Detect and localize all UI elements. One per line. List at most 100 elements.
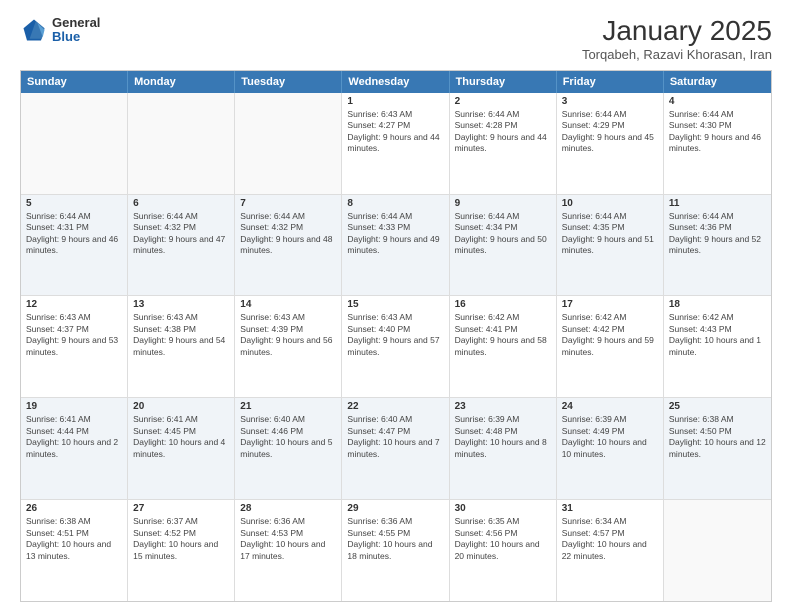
calendar-cell — [664, 500, 771, 601]
cell-detail: Sunrise: 6:43 AM Sunset: 4:27 PM Dayligh… — [347, 109, 443, 155]
cell-detail: Sunrise: 6:41 AM Sunset: 4:44 PM Dayligh… — [26, 414, 122, 460]
calendar-row: 19Sunrise: 6:41 AM Sunset: 4:44 PM Dayli… — [21, 397, 771, 499]
cell-detail: Sunrise: 6:42 AM Sunset: 4:41 PM Dayligh… — [455, 312, 551, 358]
day-number: 24 — [562, 401, 658, 412]
day-number: 21 — [240, 401, 336, 412]
cell-detail: Sunrise: 6:43 AM Sunset: 4:40 PM Dayligh… — [347, 312, 443, 358]
calendar-cell: 6Sunrise: 6:44 AM Sunset: 4:32 PM Daylig… — [128, 195, 235, 296]
calendar-cell: 29 Sunrise: 6:36 AM Sunset: 4:55 PM Dayli… — [342, 500, 449, 601]
day-number: 14 — [240, 299, 336, 310]
calendar-cell: 25 Sunrise: 6:38 AM Sunset: 4:50 PM Dayli… — [664, 398, 771, 499]
calendar-cell: 30Sunrise: 6:35 AM Sunset: 4:56 PM Dayli… — [450, 500, 557, 601]
day-number: 27 — [133, 503, 229, 514]
logo-icon — [20, 16, 48, 44]
calendar-cell: 12 Sunrise: 6:43 AM Sunset: 4:37 PM Dayli… — [21, 296, 128, 397]
day-number: 5 — [26, 198, 122, 209]
day-header-friday: Friday — [557, 71, 664, 93]
day-number: 12 — [26, 299, 122, 310]
cell-detail: Sunrise: 6:44 AM Sunset: 4:35 PM Dayligh… — [562, 211, 658, 257]
cell-detail: Sunrise: 6:37 AM Sunset: 4:52 PM Dayligh… — [133, 516, 229, 562]
calendar-cell: 15 Sunrise: 6:43 AM Sunset: 4:40 PM Dayli… — [342, 296, 449, 397]
calendar-cell: 28 Sunrise: 6:36 AM Sunset: 4:53 PM Dayli… — [235, 500, 342, 601]
day-number: 2 — [455, 96, 551, 107]
calendar-cell: 3 Sunrise: 6:44 AM Sunset: 4:29 PM Daylig… — [557, 93, 664, 194]
cell-detail: Sunrise: 6:36 AM Sunset: 4:55 PM Dayligh… — [347, 516, 443, 562]
day-number: 17 — [562, 299, 658, 310]
day-number: 30 — [455, 503, 551, 514]
calendar-cell: 8Sunrise: 6:44 AM Sunset: 4:33 PM Daylig… — [342, 195, 449, 296]
cell-detail: Sunrise: 6:43 AM Sunset: 4:39 PM Dayligh… — [240, 312, 336, 358]
cell-detail: Sunrise: 6:38 AM Sunset: 4:51 PM Dayligh… — [26, 516, 122, 562]
title-block: January 2025 Torqabeh, Razavi Khorasan, … — [582, 16, 772, 62]
day-number: 11 — [669, 198, 766, 209]
cell-detail: Sunrise: 6:39 AM Sunset: 4:48 PM Dayligh… — [455, 414, 551, 460]
day-header-thursday: Thursday — [450, 71, 557, 93]
day-number: 29 — [347, 503, 443, 514]
calendar-cell: 18Sunrise: 6:42 AM Sunset: 4:43 PM Dayli… — [664, 296, 771, 397]
day-number: 7 — [240, 198, 336, 209]
calendar-cell: 22 Sunrise: 6:40 AM Sunset: 4:47 PM Dayli… — [342, 398, 449, 499]
cell-detail: Sunrise: 6:44 AM Sunset: 4:32 PM Dayligh… — [133, 211, 229, 257]
calendar-cell: 21 Sunrise: 6:40 AM Sunset: 4:46 PM Dayli… — [235, 398, 342, 499]
cell-detail: Sunrise: 6:40 AM Sunset: 4:47 PM Dayligh… — [347, 414, 443, 460]
cell-detail: Sunrise: 6:43 AM Sunset: 4:37 PM Dayligh… — [26, 312, 122, 358]
day-number: 20 — [133, 401, 229, 412]
cell-detail: Sunrise: 6:36 AM Sunset: 4:53 PM Dayligh… — [240, 516, 336, 562]
calendar-cell: 16 Sunrise: 6:42 AM Sunset: 4:41 PM Dayli… — [450, 296, 557, 397]
calendar-cell — [235, 93, 342, 194]
calendar: SundayMondayTuesdayWednesdayThursdayFrid… — [20, 70, 772, 602]
cell-detail: Sunrise: 6:43 AM Sunset: 4:38 PM Dayligh… — [133, 312, 229, 358]
calendar-cell: 17Sunrise: 6:42 AM Sunset: 4:42 PM Dayli… — [557, 296, 664, 397]
day-header-tuesday: Tuesday — [235, 71, 342, 93]
calendar-cell: 5 Sunrise: 6:44 AM Sunset: 4:31 PM Daylig… — [21, 195, 128, 296]
cell-detail: Sunrise: 6:44 AM Sunset: 4:29 PM Dayligh… — [562, 109, 658, 155]
day-number: 3 — [562, 96, 658, 107]
calendar-cell: 1 Sunrise: 6:43 AM Sunset: 4:27 PM Daylig… — [342, 93, 449, 194]
logo-blue-label: Blue — [52, 30, 100, 44]
day-header-sunday: Sunday — [21, 71, 128, 93]
calendar-cell: 9Sunrise: 6:44 AM Sunset: 4:34 PM Daylig… — [450, 195, 557, 296]
calendar-body: 1 Sunrise: 6:43 AM Sunset: 4:27 PM Daylig… — [21, 93, 771, 601]
calendar-row: 5 Sunrise: 6:44 AM Sunset: 4:31 PM Daylig… — [21, 194, 771, 296]
day-number: 4 — [669, 96, 766, 107]
day-number: 8 — [347, 198, 443, 209]
calendar-cell: 13 Sunrise: 6:43 AM Sunset: 4:38 PM Dayli… — [128, 296, 235, 397]
day-number: 22 — [347, 401, 443, 412]
day-number: 15 — [347, 299, 443, 310]
day-number: 25 — [669, 401, 766, 412]
page: General Blue January 2025 Torqabeh, Raza… — [0, 0, 792, 612]
cell-detail: Sunrise: 6:41 AM Sunset: 4:45 PM Dayligh… — [133, 414, 229, 460]
day-header-monday: Monday — [128, 71, 235, 93]
cell-detail: Sunrise: 6:44 AM Sunset: 4:34 PM Dayligh… — [455, 211, 551, 257]
day-number: 1 — [347, 96, 443, 107]
cell-detail: Sunrise: 6:42 AM Sunset: 4:43 PM Dayligh… — [669, 312, 766, 358]
day-number: 13 — [133, 299, 229, 310]
page-title: January 2025 — [582, 16, 772, 47]
calendar-cell: 26 Sunrise: 6:38 AM Sunset: 4:51 PM Dayli… — [21, 500, 128, 601]
header: General Blue January 2025 Torqabeh, Raza… — [20, 16, 772, 62]
day-header-wednesday: Wednesday — [342, 71, 449, 93]
day-header-saturday: Saturday — [664, 71, 771, 93]
day-number: 16 — [455, 299, 551, 310]
logo-text: General Blue — [52, 16, 100, 45]
calendar-cell: 20 Sunrise: 6:41 AM Sunset: 4:45 PM Dayli… — [128, 398, 235, 499]
cell-detail: Sunrise: 6:40 AM Sunset: 4:46 PM Dayligh… — [240, 414, 336, 460]
day-number: 26 — [26, 503, 122, 514]
cell-detail: Sunrise: 6:44 AM Sunset: 4:36 PM Dayligh… — [669, 211, 766, 257]
calendar-header: SundayMondayTuesdayWednesdayThursdayFrid… — [21, 71, 771, 93]
calendar-cell: 14 Sunrise: 6:43 AM Sunset: 4:39 PM Dayli… — [235, 296, 342, 397]
cell-detail: Sunrise: 6:38 AM Sunset: 4:50 PM Dayligh… — [669, 414, 766, 460]
logo-general-label: General — [52, 16, 100, 30]
cell-detail: Sunrise: 6:44 AM Sunset: 4:28 PM Dayligh… — [455, 109, 551, 155]
day-number: 31 — [562, 503, 658, 514]
day-number: 10 — [562, 198, 658, 209]
day-number: 28 — [240, 503, 336, 514]
day-number: 23 — [455, 401, 551, 412]
calendar-cell: 10 Sunrise: 6:44 AM Sunset: 4:35 PM Dayli… — [557, 195, 664, 296]
cell-detail: Sunrise: 6:44 AM Sunset: 4:31 PM Dayligh… — [26, 211, 122, 257]
cell-detail: Sunrise: 6:44 AM Sunset: 4:32 PM Dayligh… — [240, 211, 336, 257]
calendar-cell: 27 Sunrise: 6:37 AM Sunset: 4:52 PM Dayli… — [128, 500, 235, 601]
page-subtitle: Torqabeh, Razavi Khorasan, Iran — [582, 47, 772, 62]
calendar-row: 12 Sunrise: 6:43 AM Sunset: 4:37 PM Dayli… — [21, 295, 771, 397]
cell-detail: Sunrise: 6:39 AM Sunset: 4:49 PM Dayligh… — [562, 414, 658, 460]
